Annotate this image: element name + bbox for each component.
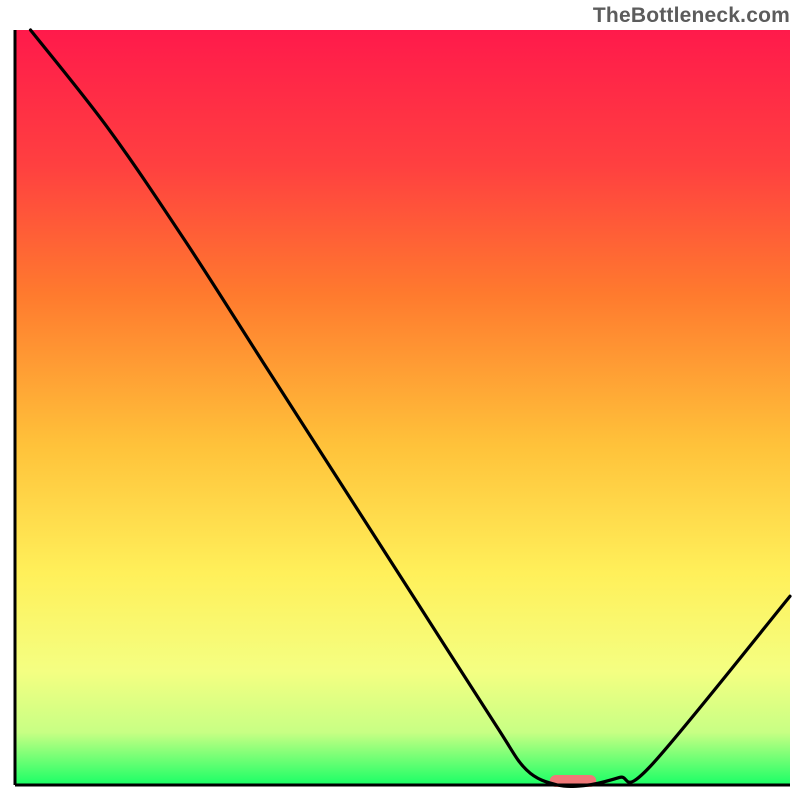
chart-svg bbox=[0, 0, 800, 800]
bottleneck-chart: TheBottleneck.com bbox=[0, 0, 800, 800]
plot-background bbox=[15, 30, 790, 785]
watermark-text: TheBottleneck.com bbox=[593, 4, 790, 28]
